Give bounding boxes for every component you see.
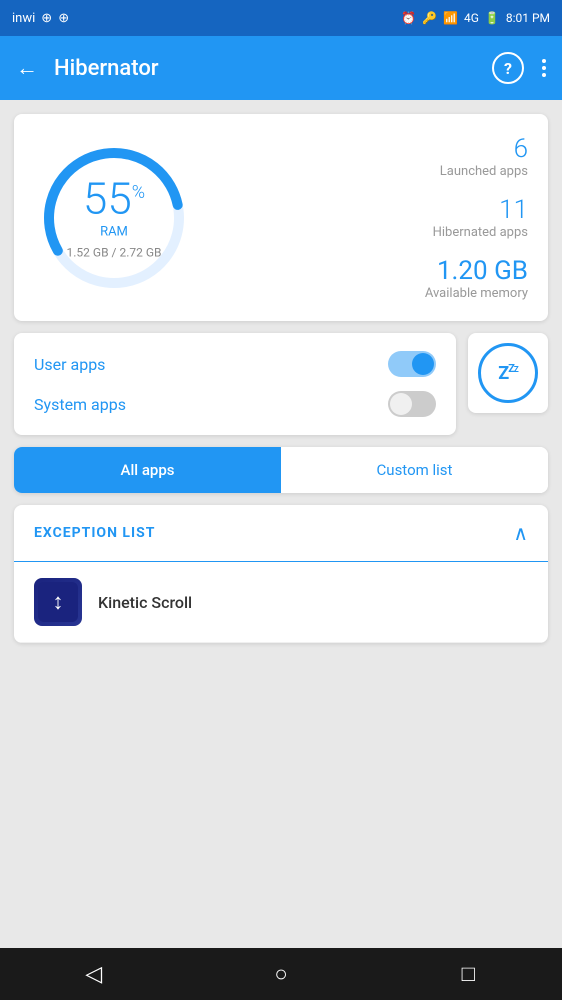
dot1: [542, 59, 546, 63]
svg-text:↕: ↕: [53, 589, 64, 614]
wifi-icon: 📶: [443, 11, 458, 25]
launched-apps-stat: 6 Launched apps: [440, 134, 528, 179]
bottom-nav: ◁ ○ □: [0, 948, 562, 1000]
hibernated-label: Hibernated apps: [433, 225, 528, 240]
main-content: 55% RAM 1.52 GB / 2.72 GB 6 Launched app…: [0, 100, 562, 948]
available-memory-stat: 1.20 GB Available memory: [425, 256, 528, 301]
ram-percent: 55%: [67, 176, 162, 220]
toggle-card-row: User apps System apps ZZZ: [14, 333, 548, 435]
kinetic-scroll-icon: ↕: [34, 578, 82, 626]
ram-memory: 1.52 GB / 2.72 GB: [67, 245, 162, 259]
exception-card: Exception List ∧ ↕ Kinetic Scroll: [14, 505, 548, 643]
status-bar-right: ⏰ 🔑 📶 4G 🔋 8:01 PM: [401, 11, 550, 25]
system-apps-label: System apps: [34, 395, 126, 414]
system-apps-toggle-row: System apps: [34, 391, 436, 417]
back-button[interactable]: ←: [16, 55, 38, 81]
app-title: Hibernator: [54, 56, 492, 81]
hibernated-count: 11: [433, 195, 528, 225]
ram-label: RAM: [67, 224, 162, 239]
sleep-zzz-icon: ZZZ: [498, 362, 517, 384]
launched-label: Launched apps: [440, 164, 528, 179]
time-label: 8:01 PM: [506, 11, 550, 25]
more-options-button[interactable]: [542, 59, 546, 77]
user-apps-thumb: [412, 353, 434, 375]
exception-header: Exception List ∧: [14, 505, 548, 562]
toggle-card: User apps System apps: [14, 333, 456, 435]
dot3: [542, 73, 546, 77]
user-apps-toggle-row: User apps: [34, 351, 436, 377]
nav-recent-button[interactable]: □: [446, 952, 490, 996]
key-icon: 🔑: [422, 11, 437, 25]
system-apps-toggle[interactable]: [388, 391, 436, 417]
list-item: ↕ Kinetic Scroll: [14, 562, 548, 643]
status-bar-left: inwi ⊕ ⊕: [12, 11, 69, 26]
sleep-circle-icon: ZZZ: [478, 343, 538, 403]
exception-chevron-icon[interactable]: ∧: [513, 521, 528, 545]
signal-label: 4G: [464, 11, 479, 25]
status-bar: inwi ⊕ ⊕ ⏰ 🔑 📶 4G 🔋 8:01 PM: [0, 0, 562, 36]
dot2: [542, 66, 546, 70]
alarm-icon: ⏰: [401, 11, 416, 25]
ram-circle: 55% RAM 1.52 GB / 2.72 GB: [34, 138, 194, 298]
app-bar: ← Hibernator ?: [0, 36, 562, 100]
stats-card: 55% RAM 1.52 GB / 2.72 GB 6 Launched app…: [14, 114, 548, 321]
kinetic-scroll-name: Kinetic Scroll: [98, 593, 192, 612]
usb2-icon: ⊕: [58, 11, 69, 26]
launched-count: 6: [440, 134, 528, 164]
system-apps-thumb: [390, 393, 412, 415]
tab-all-apps[interactable]: All apps: [14, 447, 281, 493]
help-button[interactable]: ?: [492, 52, 524, 84]
nav-back-button[interactable]: ◁: [72, 952, 116, 996]
sleep-button[interactable]: ZZZ: [468, 333, 548, 413]
carrier-label: inwi: [12, 11, 35, 26]
tab-custom-list[interactable]: Custom list: [281, 447, 548, 493]
user-apps-label: User apps: [34, 355, 105, 374]
battery-icon: 🔋: [485, 11, 500, 25]
available-memory-label: Available memory: [425, 286, 528, 301]
circle-center: 55% RAM 1.52 GB / 2.72 GB: [67, 176, 162, 259]
available-memory-value: 1.20 GB: [425, 256, 528, 286]
usb-icon: ⊕: [41, 11, 52, 26]
kinetic-scroll-app-icon: ↕: [38, 582, 78, 622]
app-bar-actions: ?: [492, 52, 546, 84]
nav-home-button[interactable]: ○: [259, 952, 303, 996]
hibernated-apps-stat: 11 Hibernated apps: [433, 195, 528, 240]
stats-right: 6 Launched apps 11 Hibernated apps 1.20 …: [214, 134, 528, 301]
exception-title: Exception List: [34, 525, 155, 541]
tab-bar: All apps Custom list: [14, 447, 548, 493]
user-apps-toggle[interactable]: [388, 351, 436, 377]
